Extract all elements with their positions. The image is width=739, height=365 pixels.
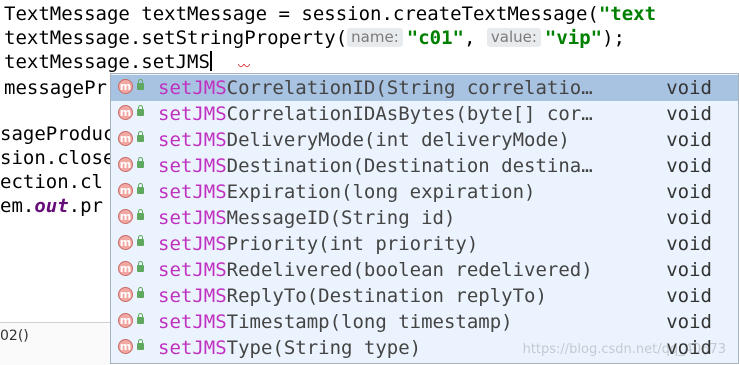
- completion-item-signature: setJMSDestination(Destination destina…: [158, 153, 593, 179]
- matched-prefix: setJMS: [158, 311, 227, 333]
- completion-item-signature: setJMSCorrelationIDAsBytes(byte[] cor…: [158, 101, 593, 127]
- method-icon: m: [118, 105, 133, 120]
- completion-item-signature: setJMSTimestamp(long timestamp): [158, 309, 513, 335]
- completion-item-rest: Expiration(long expiration): [226, 181, 536, 203]
- matched-prefix: setJMS: [158, 233, 227, 255]
- completion-item-rest: Destination(Destination destina…: [226, 155, 593, 177]
- public-access-icon: [137, 287, 144, 298]
- completion-item-return-type: void: [666, 285, 712, 307]
- param-hint-name: name:: [347, 28, 403, 47]
- matched-prefix: setJMS: [158, 129, 227, 151]
- completion-item-return-type: void: [666, 233, 712, 255]
- matched-prefix: setJMS: [158, 285, 227, 307]
- completion-popup[interactable]: m setJMSCorrelationID(String correlatio… v…: [110, 73, 739, 364]
- method-icon: m: [118, 209, 133, 224]
- method-icon: m: [118, 235, 133, 250]
- completion-item-signature: setJMSDeliveryMode(int deliveryMode): [158, 127, 570, 153]
- completion-item[interactable]: m setJMSCorrelationID(String correlatio… v…: [111, 75, 738, 101]
- text-caret: [209, 51, 212, 71]
- method-icon: m: [118, 131, 133, 146]
- public-access-icon: [137, 131, 144, 142]
- completion-item-signature: setJMSMessageID(String id): [158, 205, 455, 231]
- completion-item-signature: setJMSType(String type): [158, 335, 421, 361]
- completion-item-rest: DeliveryMode(int deliveryMode): [226, 129, 570, 151]
- matched-prefix: setJMS: [158, 103, 227, 125]
- public-access-icon: [137, 235, 144, 246]
- completion-item-return-type: void: [666, 181, 712, 203]
- completion-item-rest: ReplyTo(Destination replyTo): [226, 285, 547, 307]
- completion-item[interactable]: m setJMSTimestamp(long timestamp) void: [111, 309, 738, 335]
- matched-prefix: setJMS: [158, 155, 227, 177]
- public-access-icon: [137, 339, 144, 350]
- completion-item-signature: setJMSRedelivered(boolean redelivered): [158, 257, 593, 283]
- matched-prefix: setJMS: [158, 259, 227, 281]
- watermark: https://blog.csdn.net/qq_40673: [522, 342, 726, 357]
- param-hint-value: value:: [486, 28, 541, 47]
- completion-item[interactable]: m setJMSDestination(Destination destina… v…: [111, 153, 738, 179]
- completion-item-rest: Redelivered(boolean redelivered): [226, 259, 593, 281]
- method-icon: m: [118, 183, 133, 198]
- code-line-6: sageProduc: [0, 123, 115, 145]
- completion-item-signature: setJMSPriority(int priority): [158, 231, 478, 257]
- completion-item-return-type: void: [666, 103, 712, 125]
- completion-item-rest: Type(String type): [226, 337, 422, 359]
- completion-item-rest: Priority(int priority): [226, 233, 479, 255]
- completion-item-return-type: void: [666, 77, 712, 99]
- completion-item[interactable]: m setJMSDeliveryMode(int deliveryMode) voi…: [111, 127, 738, 153]
- completion-item[interactable]: m setJMSPriority(int priority) void: [111, 231, 738, 257]
- matched-prefix: setJMS: [158, 181, 227, 203]
- completion-item-rest: MessageID(String id): [226, 207, 456, 229]
- public-access-icon: [137, 209, 144, 220]
- method-icon: m: [118, 313, 133, 328]
- completion-item[interactable]: m setJMSMessageID(String id) void: [111, 205, 738, 231]
- matched-prefix: setJMS: [158, 77, 227, 99]
- completion-item-signature: setJMSExpiration(long expiration): [158, 179, 536, 205]
- method-icon: m: [118, 261, 133, 276]
- method-icon: m: [118, 287, 133, 302]
- completion-item[interactable]: m setJMSExpiration(long expiration) void: [111, 179, 738, 205]
- public-access-icon: [137, 261, 144, 272]
- public-access-icon: [137, 79, 144, 90]
- code-line-3: textMessage.setJMS: [4, 51, 212, 73]
- completion-item-signature: setJMSReplyTo(Destination replyTo): [158, 283, 547, 309]
- completion-item-rest: CorrelationID(String correlatio…: [226, 77, 593, 99]
- public-access-icon: [137, 105, 144, 116]
- completion-item-signature: setJMSCorrelationID(String correlatio…: [158, 75, 593, 101]
- code-line-9: em.out.pr: [0, 195, 103, 217]
- error-squiggle: [238, 64, 250, 68]
- code-line-1: TextMessage textMessage = session.create…: [4, 3, 657, 25]
- completion-item[interactable]: m setJMSRedelivered(boolean redelivered) v…: [111, 257, 738, 283]
- public-access-icon: [137, 183, 144, 194]
- completion-item-return-type: void: [666, 311, 712, 333]
- completion-item-return-type: void: [666, 129, 712, 151]
- completion-item-rest: CorrelationIDAsBytes(byte[] cor…: [226, 103, 593, 125]
- method-icon: m: [118, 157, 133, 172]
- matched-prefix: setJMS: [158, 337, 227, 359]
- matched-prefix: setJMS: [158, 207, 227, 229]
- method-icon: m: [118, 79, 133, 94]
- code-line-4: messagePr: [4, 77, 107, 99]
- completion-item-return-type: void: [666, 155, 712, 177]
- completion-item[interactable]: m setJMSReplyTo(Destination replyTo) void: [111, 283, 738, 309]
- code-line-8: ection.cl: [0, 171, 103, 193]
- completion-item-return-type: void: [666, 207, 712, 229]
- code-line-2: textMessage.setStringProperty(name: "c01"…: [4, 27, 625, 49]
- code-line-7: sion.close: [0, 147, 115, 169]
- completion-item-return-type: void: [666, 259, 712, 281]
- completion-item[interactable]: m setJMSCorrelationIDAsBytes(byte[] cor… v…: [111, 101, 738, 127]
- method-icon: m: [118, 339, 133, 354]
- structure-item-label[interactable]: 02(): [0, 328, 29, 344]
- public-access-icon: [137, 157, 144, 168]
- public-access-icon: [137, 313, 144, 324]
- completion-item-rest: Timestamp(long timestamp): [226, 311, 513, 333]
